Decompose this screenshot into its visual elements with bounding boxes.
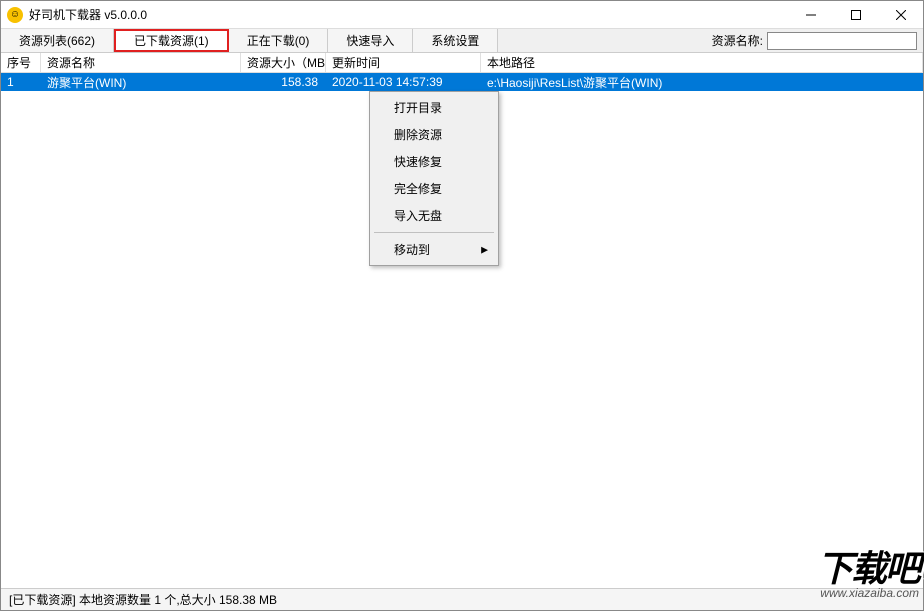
tab-downloaded[interactable]: 已下载资源(1) [114, 29, 229, 52]
search-label: 资源名称: [712, 32, 763, 49]
status-text: [已下载资源] 本地资源数量 1 个,总大小 158.38 MB [9, 591, 277, 608]
statusbar: [已下载资源] 本地资源数量 1 个,总大小 158.38 MB [1, 588, 923, 610]
cell-time: 2020-11-03 14:57:39 [326, 74, 481, 90]
menu-open-folder[interactable]: 打开目录 [372, 94, 496, 121]
chevron-right-icon: ▶ [481, 244, 488, 255]
tab-settings[interactable]: 系统设置 [413, 29, 498, 52]
table-header: 序号 资源名称 资源大小（MB) 更新时间 本地路径 [1, 53, 923, 73]
menu-separator [374, 232, 494, 233]
window-controls [788, 1, 923, 28]
toolbar: 资源列表(662) 已下载资源(1) 正在下载(0) 快速导入 系统设置 资源名… [1, 29, 923, 53]
cell-size: 158.38 [241, 74, 326, 90]
menu-move-to-label: 移动到 [394, 243, 430, 257]
titlebar: ☺ 好司机下载器 v5.0.0.0 [1, 1, 923, 29]
header-time[interactable]: 更新时间 [326, 53, 481, 72]
cell-path: e:\Haosiji\ResList\游聚平台(WIN) [481, 73, 923, 92]
menu-quick-repair[interactable]: 快速修复 [372, 148, 496, 175]
menu-import-diskless[interactable]: 导入无盘 [372, 202, 496, 229]
search-input[interactable] [767, 32, 917, 50]
tab-quick-import[interactable]: 快速导入 [328, 29, 413, 52]
menu-move-to[interactable]: 移动到 ▶ [372, 236, 496, 263]
header-name[interactable]: 资源名称 [41, 53, 241, 72]
tab-downloading[interactable]: 正在下载(0) [229, 29, 329, 52]
context-menu: 打开目录 删除资源 快速修复 完全修复 导入无盘 移动到 ▶ [369, 91, 499, 266]
header-path[interactable]: 本地路径 [481, 53, 923, 72]
app-icon: ☺ [7, 7, 23, 23]
header-size[interactable]: 资源大小（MB) [241, 53, 326, 72]
window-title: 好司机下载器 v5.0.0.0 [29, 6, 788, 23]
cell-index: 1 [1, 74, 41, 90]
header-index[interactable]: 序号 [1, 53, 41, 72]
menu-delete[interactable]: 删除资源 [372, 121, 496, 148]
cell-name: 游聚平台(WIN) [41, 73, 241, 92]
maximize-button[interactable] [833, 1, 878, 28]
table-body: 1 游聚平台(WIN) 158.38 2020-11-03 14:57:39 e… [1, 73, 923, 91]
watermark-text: 下载吧 [817, 540, 919, 592]
table-row[interactable]: 1 游聚平台(WIN) 158.38 2020-11-03 14:57:39 e… [1, 73, 923, 91]
tab-resource-list[interactable]: 资源列表(662) [1, 29, 114, 52]
close-button[interactable] [878, 1, 923, 28]
menu-full-repair[interactable]: 完全修复 [372, 175, 496, 202]
minimize-button[interactable] [788, 1, 833, 28]
